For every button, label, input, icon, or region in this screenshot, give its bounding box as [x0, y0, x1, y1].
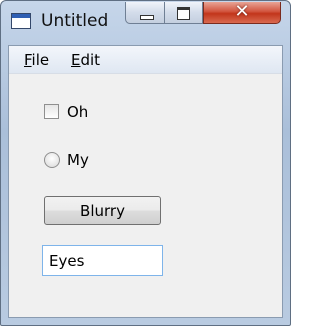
window-title: Untitled	[41, 11, 109, 31]
menu-bar: File Edit	[9, 46, 282, 74]
client-area: File Edit Oh My Blurry	[8, 45, 283, 318]
oh-checkbox-label[interactable]: Oh	[67, 103, 88, 121]
close-button[interactable]: ✕	[203, 2, 281, 24]
title-bar[interactable]: Untitled ✕	[1, 1, 290, 45]
close-icon: ✕	[234, 1, 250, 22]
menu-file-label: ile	[31, 51, 50, 69]
text-field[interactable]	[42, 245, 163, 276]
minimize-button[interactable]	[125, 2, 165, 24]
my-radio-label[interactable]: My	[67, 151, 89, 169]
menu-file-mnemonic: F	[24, 51, 32, 69]
app-window: Untitled ✕ File Edit Oh My Blurry	[0, 0, 291, 326]
menu-file[interactable]: File	[24, 51, 49, 69]
menu-edit[interactable]: Edit	[71, 51, 100, 69]
minimize-icon	[140, 15, 154, 20]
app-window-icon[interactable]	[11, 13, 31, 29]
oh-checkbox[interactable]	[44, 104, 59, 119]
maximize-button[interactable]	[165, 2, 203, 24]
blurry-button[interactable]: Blurry	[44, 196, 161, 225]
my-radio-button[interactable]	[44, 152, 60, 168]
menu-edit-label: dit	[80, 51, 101, 69]
maximize-icon	[177, 7, 190, 20]
